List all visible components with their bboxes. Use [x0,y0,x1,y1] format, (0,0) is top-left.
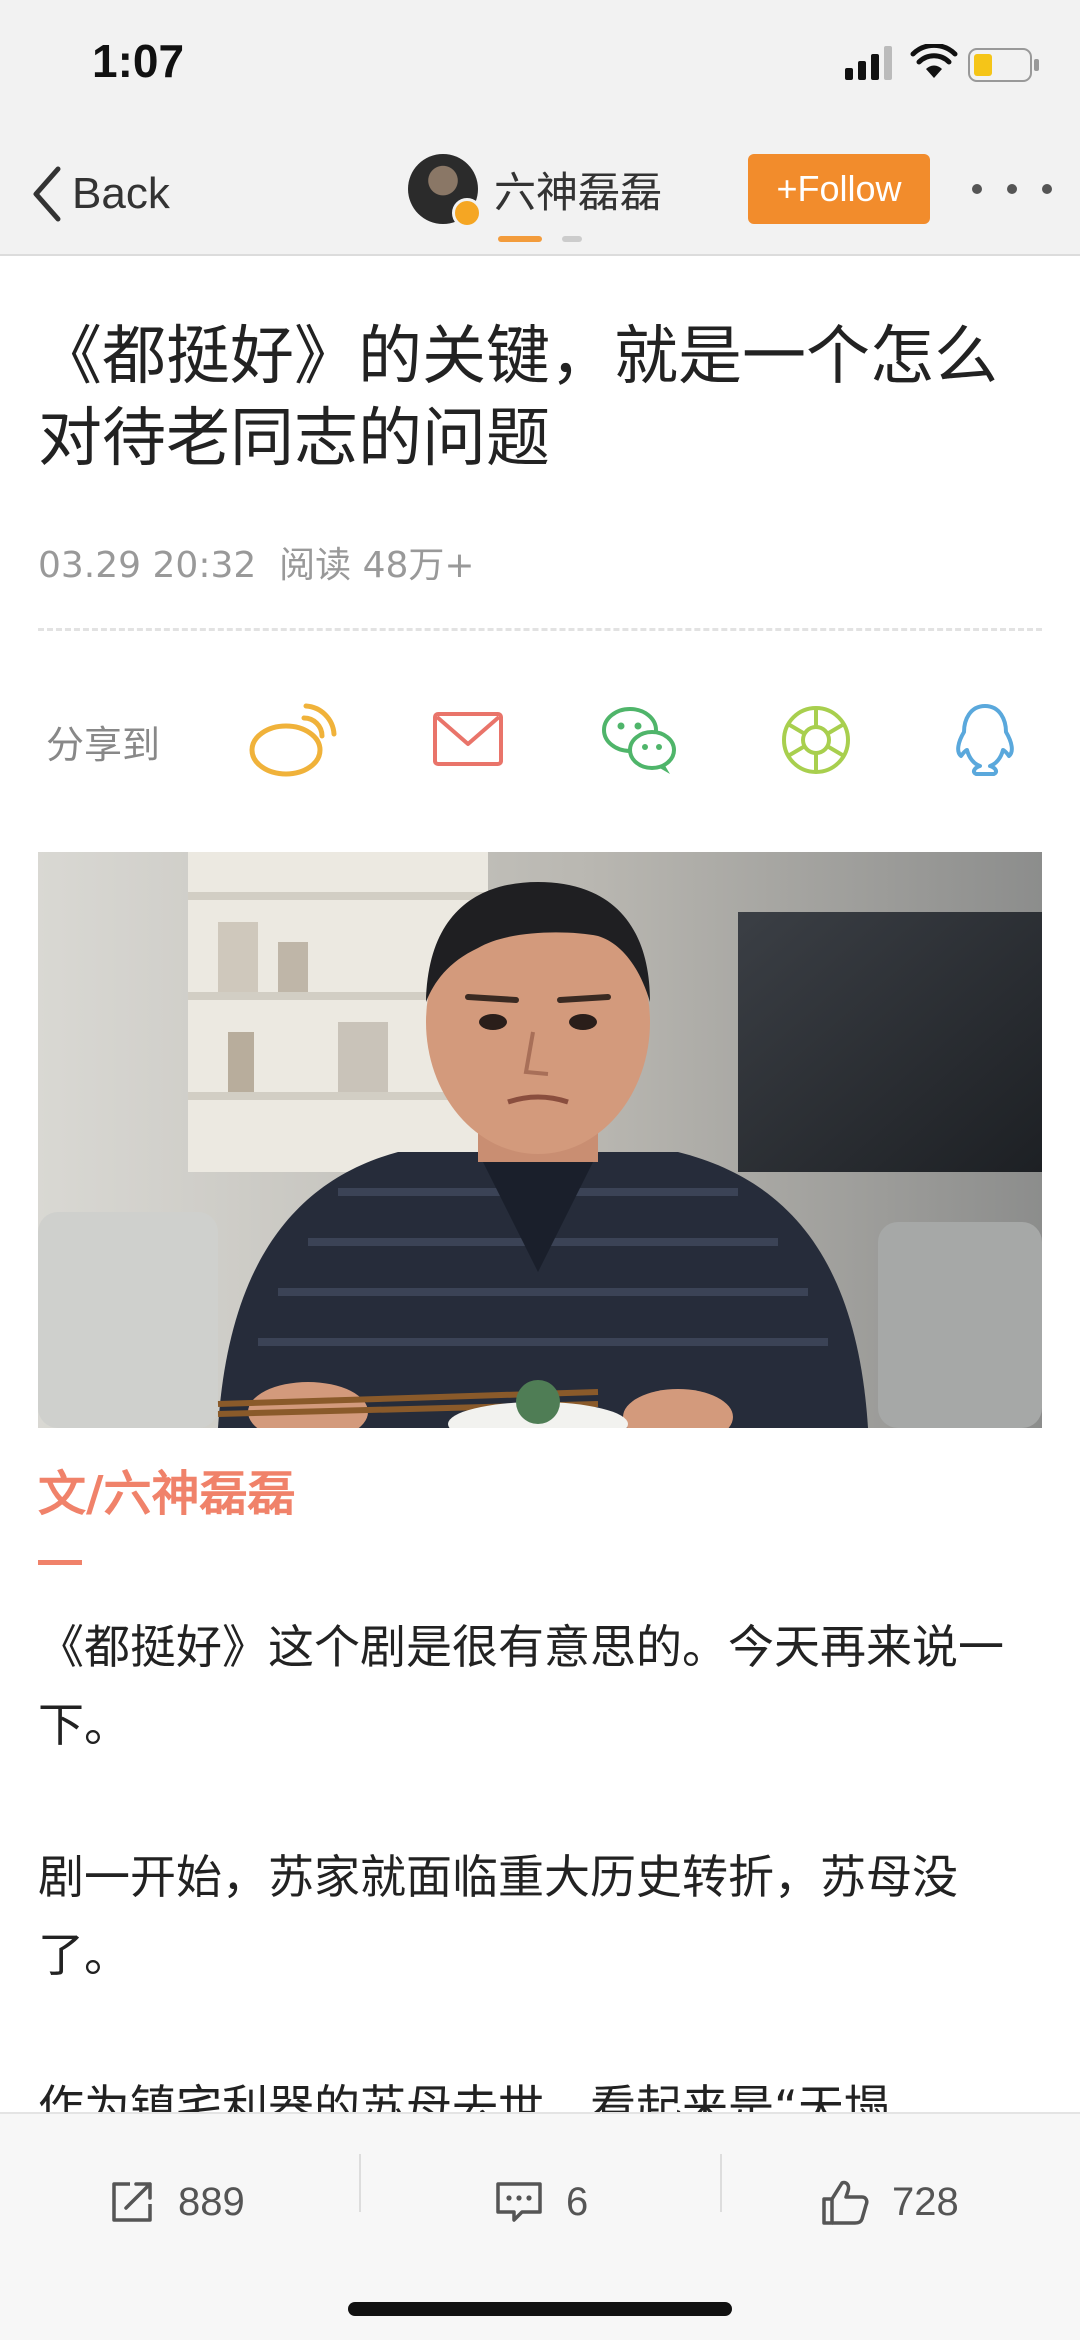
article-paragraph: 《都挺好》这个剧是很有意思的。今天再来说一下。 [38,1620,1004,1752]
wifi-icon [910,44,958,78]
repost-count: 889 [178,2179,245,2224]
author-name[interactable]: 六神磊磊 [494,159,662,220]
wechat-icon[interactable] [600,700,680,780]
comment-button[interactable]: 6 [494,2154,588,2250]
thumbs-up-icon [822,2180,869,2225]
follow-button[interactable]: +Follow [748,154,930,224]
hero-scene [38,852,1042,1428]
back-button[interactable]: Back [30,162,170,226]
chevron-left-icon [33,166,61,222]
divider [359,2154,361,2212]
status-bar: 1:07 [0,0,1080,134]
weibo-icon[interactable] [248,700,338,780]
moments-icon[interactable] [776,700,856,780]
like-button[interactable]: 728 [820,2154,959,2250]
divider [38,628,1042,631]
article-title: 《都挺好》的关键，就是一个怎么对待老同志的问题 [38,320,998,476]
back-label: Back [72,169,170,218]
more-dot-icon [1042,184,1052,194]
article-read-count: 阅读 48万+ [279,545,475,586]
page-indicator-active [498,236,542,242]
verified-badge-icon [452,198,482,228]
article-byline: 文/六神磊磊 [38,1466,296,1522]
repost-icon [112,2182,152,2222]
share-row: 分享到 [38,700,1042,780]
more-dot-icon [972,184,982,194]
battery-icon [968,48,1039,82]
avatar[interactable] [408,154,482,228]
comment-icon [496,2182,542,2222]
article-meta: 03.29 20:32 阅读 48万+ [38,536,475,588]
page-indicator [562,236,582,242]
article-hero-image[interactable] [38,852,1042,1428]
nav-bar: Back 六神磊磊 +Follow [0,134,1080,256]
more-dot-icon [1007,184,1017,194]
like-count: 728 [892,2179,959,2224]
mail-icon[interactable] [432,700,504,780]
signal-icon [845,46,892,80]
more-options-button[interactable] [972,164,1052,214]
article-date: 03.29 20:32 [38,545,257,586]
repost-button[interactable]: 889 [108,2154,245,2250]
author-header[interactable]: 六神磊磊 [408,152,662,228]
article-paragraph: 剧一开始，苏家就面临重大历史转折，苏母没了。 [38,1850,958,1982]
qq-icon[interactable] [950,700,1020,780]
status-time: 1:07 [92,35,185,87]
comment-count: 6 [566,2179,589,2224]
divider [720,2154,722,2212]
home-indicator[interactable] [348,2302,732,2316]
share-label: 分享到 [46,723,161,767]
byline-underline [38,1560,82,1565]
